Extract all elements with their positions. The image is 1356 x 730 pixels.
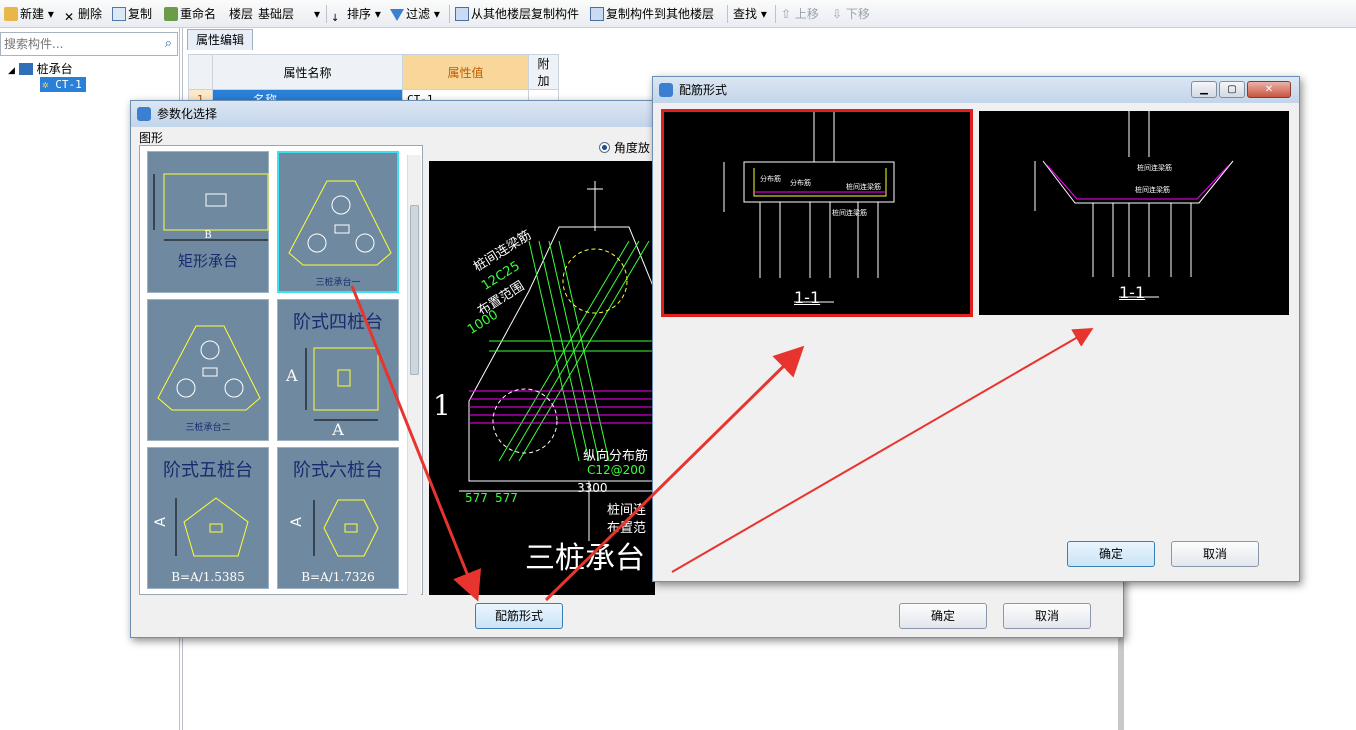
delete-button[interactable]: ✕ 删除 (62, 5, 102, 24)
delete-x-icon: ✕ (63, 10, 75, 24)
copy-button[interactable]: 复制 (112, 5, 152, 23)
thumb-three-pile-2[interactable]: 三桩承台二 (147, 299, 269, 441)
find-button[interactable]: 查找 ▾ (733, 5, 767, 23)
search-icon[interactable]: ⌕ (165, 36, 172, 51)
new-icon (4, 7, 18, 21)
floor-label: 楼层 (229, 7, 254, 21)
app-icon (137, 107, 151, 121)
col-header-value: 属性值 (402, 54, 529, 90)
thumb-step-six-pile[interactable]: 阶式六桩台 A B=A/1.7326 (277, 447, 399, 589)
filter-button[interactable]: 过滤 ▾ (390, 5, 440, 23)
pile-cap-icon (18, 63, 33, 75)
floor-select[interactable]: 基础层 ▾ (258, 5, 322, 23)
tab-property-editor[interactable]: 属性编辑 (187, 29, 254, 50)
copy-icon (112, 7, 126, 21)
tree-root-node[interactable]: ◢ 桩承台 (8, 60, 73, 77)
rebar-dialog-titlebar: 配筋形式 ▁ ▢ ✕ (653, 77, 1299, 103)
three-pile-1-drawing (288, 180, 392, 266)
tree-item-ct1[interactable]: ✲ CT-1 (40, 77, 86, 92)
search-input[interactable] (1, 33, 151, 55)
sort-button[interactable]: ↓ 排序 ▾ (331, 5, 381, 24)
new-button[interactable]: 新建 ▾ (4, 5, 54, 23)
ok-button[interactable]: 确定 (899, 603, 987, 629)
rebar-form-button[interactable]: 配筋形式 (475, 603, 563, 629)
preview-drawing: 1 桩间连梁筋 12C25 布置范围 1000 纵向分布筋 C12@200 57… (429, 161, 655, 595)
app-icon (659, 83, 673, 97)
rebar-form-dialog: 配筋形式 ▁ ▢ ✕ 分布筋 分布筋 桩间连梁筋 桩间连梁筋 1-1 桩间连梁筋… (652, 76, 1300, 582)
close-icon: ✕ (1264, 84, 1274, 95)
rect-cap-drawing (153, 173, 269, 241)
maximize-icon: ▢ (1227, 84, 1237, 95)
sort-icon: ↓ (331, 13, 340, 24)
copy-from-floor-icon (455, 7, 469, 21)
expand-triangle-icon: ◢ (8, 66, 15, 76)
rebar-cancel-button[interactable]: 取消 (1171, 541, 1259, 567)
rebar-option-1-drawing (723, 112, 895, 303)
copy-to-other-floor-button[interactable]: 复制构件到其他楼层 (590, 5, 714, 23)
col-header-name: 属性名称 (212, 54, 403, 90)
angle-radio[interactable]: 角度放 (599, 139, 650, 156)
rebar-ok-button[interactable]: 确定 (1067, 541, 1155, 567)
thumb-step-five-pile[interactable]: 阶式五桩台 A B=A/1.5385 (147, 447, 269, 589)
close-button[interactable]: ✕ (1247, 81, 1291, 98)
minimize-icon: ▁ (1200, 84, 1208, 95)
rebar-option-2[interactable]: 桩间连梁筋 桩间连梁筋 1-1 (979, 111, 1289, 315)
chevron-down-icon: ▾ (313, 7, 320, 21)
rename-button[interactable]: 重命名 (164, 5, 216, 23)
radio-selected-icon (599, 142, 610, 153)
filter-funnel-icon (390, 9, 404, 21)
group-label: 图形 (139, 131, 164, 145)
main-toolbar: 新建 ▾ ✕ 删除 复制 重命名 楼层 基础层 ▾ ↓ 排序 ▾ 过滤 ▾ 从其他楼层… (0, 0, 1356, 28)
copy-to-floor-icon (590, 7, 604, 21)
thumb-rect-cap[interactable]: B 矩形承台 (147, 151, 269, 293)
arrow-up-icon: ⇧ (781, 7, 792, 21)
thumb-step-four-pile[interactable]: 阶式四桩台 A A (277, 299, 399, 441)
gear-icon: ✲ (42, 78, 49, 91)
rebar-option-1[interactable]: 分布筋 分布筋 桩间连梁筋 桩间连梁筋 1-1 (661, 109, 973, 317)
maximize-button[interactable]: ▢ (1219, 81, 1245, 98)
search-components-field[interactable]: ⌕ (0, 32, 178, 56)
rename-icon (164, 7, 178, 21)
move-down-button[interactable]: ⇩ 下移 (832, 5, 870, 23)
thumbnail-scrollbar[interactable] (407, 155, 421, 595)
arrow-down-icon: ⇩ (832, 7, 843, 21)
minimize-button[interactable]: ▁ (1191, 81, 1217, 98)
cancel-button[interactable]: 取消 (1003, 603, 1091, 629)
move-up-button[interactable]: ⇧ 上移 (781, 5, 819, 23)
thumb-three-pile-1[interactable]: 三桩承台一 (277, 151, 399, 293)
copy-from-other-floor-button[interactable]: 从其他楼层复制构件 (455, 5, 579, 23)
col-header-extra: 附加 (528, 54, 559, 90)
